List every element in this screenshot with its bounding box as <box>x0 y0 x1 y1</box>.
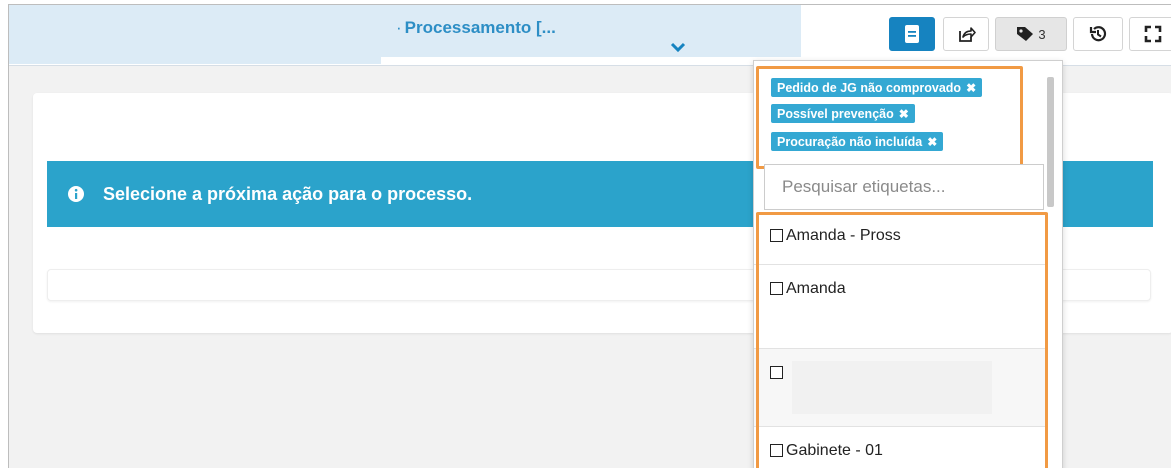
document-button[interactable] <box>889 17 935 51</box>
title-prefix: · <box>396 18 402 37</box>
history-icon <box>1089 26 1107 42</box>
history-button[interactable] <box>1073 17 1123 51</box>
tag-search-input[interactable] <box>764 164 1044 210</box>
alert-message: Selecione a próxima ação para o processo… <box>103 183 473 204</box>
share-button[interactable] <box>943 17 989 51</box>
tag-icon <box>1017 27 1034 41</box>
fullscreen-button[interactable] <box>1129 17 1171 51</box>
process-title-text: Processamento [... <box>404 18 556 37</box>
top-bar-left-area <box>9 5 381 64</box>
selected-tags-highlight <box>756 66 1023 169</box>
chevron-down-icon[interactable] <box>669 40 687 54</box>
app-frame: · Processamento [... 3 Selecione a próxi… <box>8 4 1171 468</box>
tags-count: 3 <box>1038 26 1046 42</box>
tags-dropdown: Pedido de JG não comprovado ✖ Possível p… <box>753 60 1063 468</box>
tags-button[interactable]: 3 <box>995 17 1067 51</box>
info-icon <box>68 186 84 202</box>
fullscreen-icon <box>1144 25 1162 43</box>
top-bar: · Processamento [... 3 <box>9 5 1171 66</box>
dropdown-scrollbar[interactable] <box>1047 77 1054 207</box>
process-title[interactable]: · Processamento [... <box>396 18 556 38</box>
share-icon <box>959 27 976 42</box>
document-icon <box>905 25 919 43</box>
options-highlight <box>756 212 1048 468</box>
